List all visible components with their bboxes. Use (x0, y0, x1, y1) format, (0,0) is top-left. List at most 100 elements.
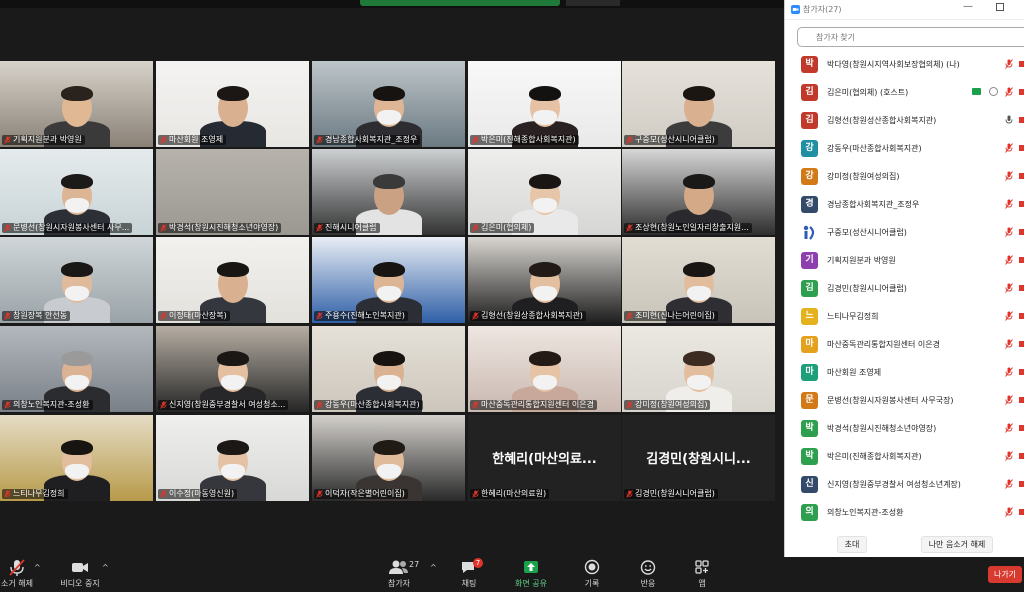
avatar: 박 (801, 420, 818, 437)
participant-search-input[interactable] (797, 27, 1024, 47)
video-tile[interactable]: 조미현(신나는어린이집) (622, 237, 775, 323)
participant-row[interactable]: 박 박경석(창원시진해청소년야영장) (785, 416, 1024, 444)
video-tile[interactable]: 강미정(창원여성의집) (622, 326, 775, 412)
minimize-button[interactable]: — (963, 1, 973, 12)
participant-name: 마산중독관리통합지원센터 이은경 (481, 400, 594, 409)
participant-name: 김은미(협의체) (481, 223, 532, 232)
mic-off-icon (1005, 255, 1013, 265)
participant-name: 창원장복 안선동 (13, 311, 68, 320)
audio-options-caret[interactable]: ^ (34, 563, 41, 572)
participant-row[interactable]: 김 김형선(창원성산종합사회복지관) (785, 108, 1024, 136)
participant-row[interactable]: 김 김경민(창원시니어클럽) (785, 276, 1024, 304)
share-screen-button[interactable]: 화면 공유 (510, 559, 552, 589)
share-screen-icon (524, 561, 538, 573)
video-tile[interactable]: 한혜리(마산의료... 한혜리(마산의료원) (468, 415, 621, 501)
zoom-meeting-window: 기획지원분과 박영원 마산회원 조영제 경남종합사회복지관_조정우 박은미(진해종합사… (0, 0, 1024, 592)
participant-row[interactable]: 마 마산회원 조영제 (785, 360, 1024, 388)
video-options-caret[interactable]: ^ (102, 563, 109, 572)
participants-count: 27 (409, 560, 420, 569)
participant-row[interactable]: 느 느티나무김정희 (785, 304, 1024, 332)
mic-off-icon (626, 401, 633, 409)
video-tile[interactable]: 진해시니어클럽 (312, 149, 465, 235)
video-tile[interactable]: 김경민(창원시니... 김경민(창원시니어클럽) (622, 415, 775, 501)
participant-row[interactable]: 의 의창노인복지관-조성환 (785, 500, 1024, 528)
unmute-me-button[interactable]: 나만 음소거 해제 (921, 536, 993, 553)
video-tile[interactable]: 의창노인복지관-조성환 (0, 326, 153, 412)
mic-off-icon (626, 312, 633, 320)
participant-row[interactable]: 구중모(성산시니어클럽) (785, 220, 1024, 248)
participant-nametag: 이수정(마동영신원) (158, 489, 238, 499)
video-tile[interactable]: 느티나무김정희 (0, 415, 153, 501)
video-tile[interactable]: 마산중독관리통합지원센터 이은경 (468, 326, 621, 412)
participant-name: 경남종합사회복지관_조정우 (325, 135, 418, 144)
mic-off-icon (1005, 367, 1013, 377)
video-tile[interactable]: 박은미(진해종합사회복지관) (468, 61, 621, 147)
video-off-icon (1019, 509, 1024, 515)
video-tile[interactable]: 문병선(창원시자원봉사센터 사무... (0, 149, 153, 235)
video-tile[interactable]: 김형선(창원상종합사회복지관) (468, 237, 621, 323)
video-tile[interactable]: 신지영(창원중부경찰서 여성청소... (156, 326, 309, 412)
video-off-icon (1019, 201, 1024, 207)
participant-row[interactable]: 강 강동우(마산종합사회복지관) (785, 136, 1024, 164)
participant-list-name: 강미정(창원여성의집) (827, 172, 900, 181)
participant-list-name: 경남종합사회복지관_조정우 (827, 200, 920, 209)
apps-label: 앱 (698, 579, 706, 588)
participant-row[interactable]: 김 김은미(협의체) (호스트) (785, 80, 1024, 108)
participant-name: 김형선(창원상종합사회복지관) (481, 311, 583, 320)
mic-off-icon (626, 490, 633, 498)
video-tile[interactable]: 이정태(마산장복) (156, 237, 309, 323)
maximize-button[interactable] (996, 3, 1004, 11)
mic-off-icon (316, 224, 323, 232)
share-banner-options[interactable] (566, 0, 620, 6)
participant-list-name: 신지영(창원중부경찰서 여성청소년계장) (827, 480, 961, 489)
participant-row[interactable]: 경 경남종합사회복지관_조정우 (785, 192, 1024, 220)
participant-row[interactable]: 신 신지영(창원중부경찰서 여성청소년계장) (785, 472, 1024, 500)
mic-off-icon (1005, 311, 1013, 321)
participant-list-name: 김형선(창원성산종합사회복지관) (827, 116, 937, 125)
avatar: 김 (801, 112, 818, 129)
reactions-button[interactable]: 반응 (634, 559, 662, 589)
avatar: 의 (801, 504, 818, 521)
video-tile[interactable]: 이덕자(작은별어린이집) (312, 415, 465, 501)
mic-off-icon (1005, 171, 1013, 181)
video-tile[interactable]: 주용수(진해노인복지관) (312, 237, 465, 323)
participant-row[interactable]: 기 기획지원분과 박영원 (785, 248, 1024, 276)
stop-video-button[interactable]: 비디오 중지 (56, 559, 104, 589)
participant-row[interactable]: 박 박다영(창원시지역사회보장협의체) (나) (785, 52, 1024, 80)
participant-row[interactable]: 마 마산중독관리통합지원센터 이은경 (785, 332, 1024, 360)
participant-list-name: 기획지원분과 박영원 (827, 256, 896, 265)
participant-nametag: 김형선(창원상종합사회복지관) (470, 311, 586, 321)
record-icon (584, 559, 600, 575)
video-off-icon (1019, 313, 1024, 319)
invite-button[interactable]: 초대 (837, 536, 867, 553)
mic-off-icon (160, 401, 167, 409)
participants-options-caret[interactable]: ^ (430, 563, 437, 572)
participant-row[interactable]: 박 박은미(진해종합사회복지관) (785, 444, 1024, 472)
video-tile[interactable]: 박경석(창원시진해청소년야영장) (156, 149, 309, 235)
screen-share-banner[interactable] (360, 0, 560, 6)
record-label: 기록 (584, 579, 600, 588)
apps-button[interactable]: 앱 (690, 559, 714, 589)
record-button[interactable]: 기록 (578, 559, 606, 589)
video-tile[interactable]: 기획지원분과 박영원 (0, 61, 153, 147)
participant-row[interactable]: 강 강미정(창원여성의집) (785, 164, 1024, 192)
video-off-icon (1019, 453, 1024, 459)
participant-name: 이정태(마산장복) (169, 311, 227, 320)
video-tile[interactable]: 마산회원 조영제 (156, 61, 309, 147)
chat-unread-badge: 7 (473, 558, 483, 568)
participant-nametag: 의창노인복지관-조성환 (2, 400, 93, 410)
video-tile[interactable]: 구중모(성산시니어클럽) (622, 61, 775, 147)
video-tile[interactable]: 조상현(창원노인일자리창출지원... (622, 149, 775, 235)
mic-off-icon (160, 312, 167, 320)
video-tile[interactable]: 강동우(마산종합사회복지관) (312, 326, 465, 412)
video-tile[interactable]: 창원장복 안선동 (0, 237, 153, 323)
video-tile[interactable]: 경남종합사회복지관_조정우 (312, 61, 465, 147)
participant-row[interactable]: 문 문병선(창원시자원봉사센터 사무국장) (785, 388, 1024, 416)
screen-share-indicator-icon (972, 88, 981, 95)
mic-off-icon (160, 224, 167, 232)
leave-meeting-button[interactable]: 나가기 (988, 566, 1022, 583)
video-tile[interactable]: 김은미(협의체) (468, 149, 621, 235)
video-tile[interactable]: 이수정(마동영신원) (156, 415, 309, 501)
host-badge-icon (989, 87, 998, 96)
participant-nametag: 박경석(창원시진해청소년야영장) (158, 223, 282, 233)
